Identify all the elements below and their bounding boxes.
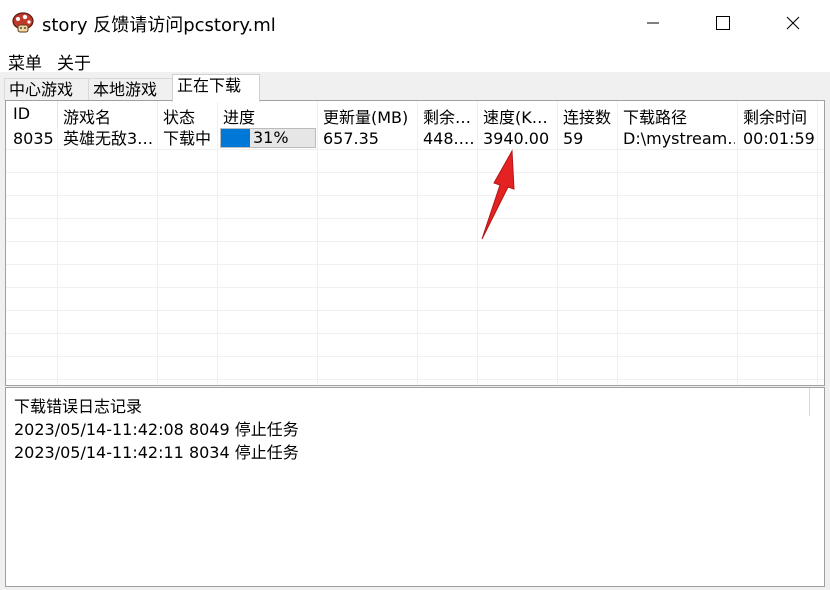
log-scrollbar[interactable]: [809, 388, 824, 416]
header-separator: [57, 101, 58, 127]
grid-line: [157, 101, 158, 385]
grid-line: [417, 101, 418, 385]
mushroom-app-icon: [12, 12, 34, 33]
grid-line: [6, 218, 824, 219]
grid-line: [617, 101, 618, 385]
table-row-cell-id[interactable]: 8035: [13, 128, 54, 150]
column-header-game-name[interactable]: 游戏名: [63, 104, 111, 128]
grid-line: [6, 264, 824, 265]
download-table[interactable]: ID 游戏名 状态 进度 更新量(MB) 剩余… 速度(K… 连接数 下载路径 …: [5, 100, 825, 386]
grid-line: [217, 101, 218, 385]
grid-line: [6, 287, 824, 288]
tab-local-games[interactable]: 本地游戏: [88, 78, 174, 101]
grid-line: [6, 333, 824, 334]
grid-line: [737, 101, 738, 385]
column-header-remaining[interactable]: 剩余…: [423, 104, 471, 128]
maximize-icon: [716, 16, 730, 30]
grid-line: [6, 310, 824, 311]
menu-item-about[interactable]: 关于: [57, 49, 91, 74]
column-header-update-size[interactable]: 更新量(MB): [323, 104, 408, 128]
log-entry: 2023/05/14-11:42:11 8034 停止任务: [14, 443, 299, 462]
close-button[interactable]: [760, 0, 826, 46]
grid-line: [6, 356, 824, 357]
log-title: 下载错误日志记录: [14, 397, 143, 416]
grid-line: [6, 241, 824, 242]
tab-downloading[interactable]: 正在下载: [172, 74, 260, 102]
table-row-cell-path[interactable]: D:\mystream…: [623, 128, 735, 150]
progress-fill: [221, 129, 251, 147]
table-row-cell-name[interactable]: 英雄无敌3…: [63, 128, 155, 150]
table-row-cell-update-size[interactable]: 657.35: [323, 128, 379, 150]
maximize-button[interactable]: [690, 0, 756, 46]
table-row-cell-connections[interactable]: 59: [563, 128, 583, 150]
table-row-cell-time-left[interactable]: 00:01:59: [743, 128, 815, 150]
download-progress-bar: 31%: [220, 128, 316, 148]
column-header-connections[interactable]: 连接数: [563, 104, 611, 128]
column-header-download-path[interactable]: 下载路径: [623, 104, 687, 128]
window-title: story 反馈请访问pcstory.ml: [42, 15, 276, 36]
menu-bar: 菜单 关于: [0, 46, 830, 74]
column-header-id[interactable]: ID: [13, 104, 30, 123]
log-entry: 2023/05/14-11:42:08 8049 停止任务: [14, 420, 299, 439]
minimize-icon: [647, 22, 659, 24]
title-bar: story 反馈请访问pcstory.ml: [0, 0, 830, 46]
minimize-button[interactable]: [620, 0, 686, 46]
grid-line: [6, 172, 824, 173]
grid-line: [6, 379, 824, 380]
grid-line: [6, 195, 824, 196]
column-header-progress[interactable]: 进度: [223, 104, 255, 128]
column-header-speed[interactable]: 速度(K…: [483, 104, 548, 128]
progress-label: 31%: [253, 128, 289, 147]
menu-item-menu[interactable]: 菜单: [8, 49, 42, 74]
table-row-cell-status[interactable]: 下载中: [163, 128, 211, 150]
column-header-status[interactable]: 状态: [163, 104, 195, 128]
close-icon: [786, 16, 800, 30]
error-log-panel[interactable]: 下载错误日志记录 2023/05/14-11:42:08 8049 停止任务 2…: [5, 387, 825, 587]
tab-center-games[interactable]: 中心游戏: [4, 78, 90, 101]
grid-line: [317, 101, 318, 385]
grid-line: [57, 101, 58, 385]
column-header-time-left[interactable]: 剩余时间: [743, 104, 807, 128]
table-row-cell-remaining[interactable]: 448.…: [423, 128, 475, 150]
grid-line: [817, 101, 818, 385]
grid-line: [557, 101, 558, 385]
annotation-arrow-icon: [481, 149, 515, 240]
